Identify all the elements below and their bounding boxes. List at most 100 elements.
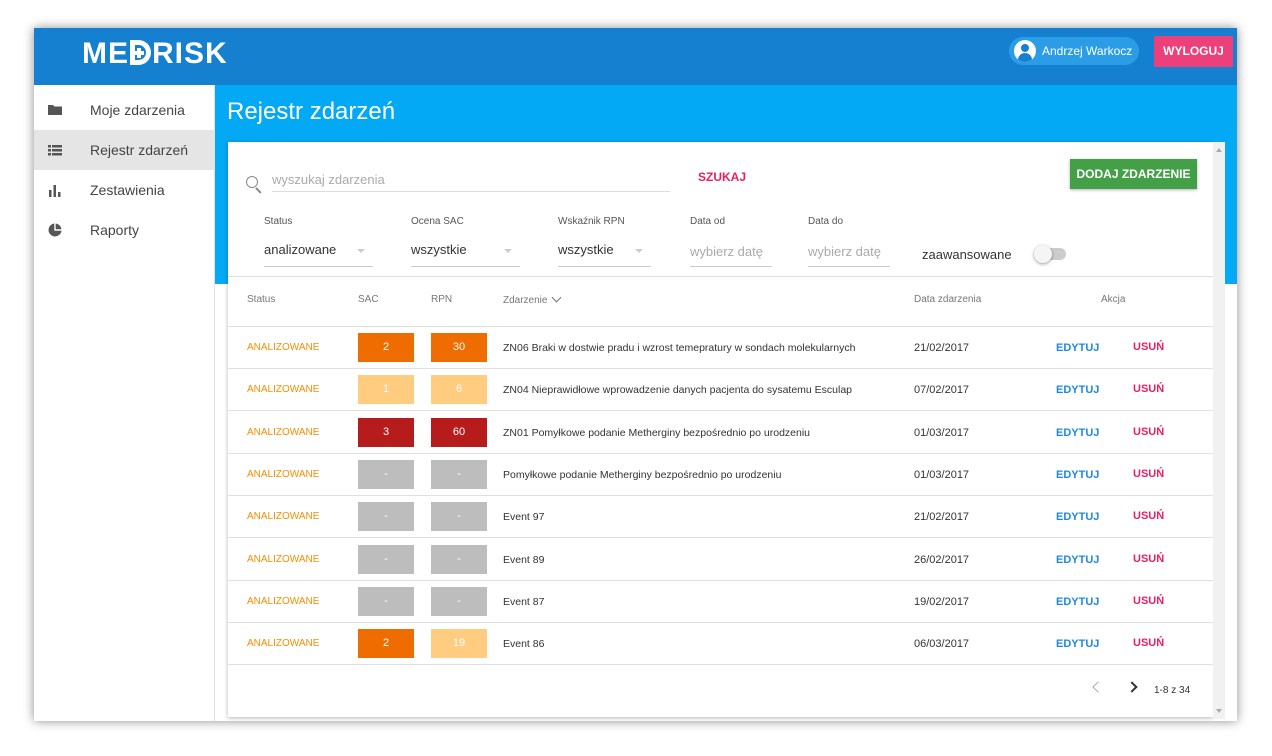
dropdown-caret-icon [504,249,512,253]
event-cell: Event 97 [503,511,545,524]
add-event-button[interactable]: DODAJ ZDARZENIE [1070,159,1197,189]
column-status: Status [247,294,276,305]
search-icon [246,176,262,194]
sidebar: Moje zdarzenia Rejestr zdarzeń Zestawien… [34,85,215,721]
date-cell: 07/02/2017 [914,384,970,397]
edit-button[interactable]: EDYTUJ [1056,384,1099,396]
sac-filter-select[interactable]: wszystkie [411,237,520,267]
event-cell: ZN06 Braki w dostwie pradu i wzrost teme… [503,342,856,354]
sidebar-item-zestawienia[interactable]: Zestawienia [34,170,215,210]
sac-badge: 1 [358,375,414,405]
date-from-label: Data od [690,216,726,227]
scroll-down-icon [1216,709,1222,713]
date-cell: 01/03/2017 [914,468,970,481]
status-cell: ANALIZOWANE [247,468,320,480]
rpn-badge: - [431,459,487,489]
sidebar-item-label: Zestawienia [90,182,165,198]
user-chip[interactable]: Andrzej Warkocz [1009,37,1139,65]
page-title: Rejestr zdarzeń [227,98,396,125]
sac-badge: - [358,544,414,574]
logout-button[interactable]: WYLOGUJ [1154,36,1233,67]
rpn-badge: 30 [431,333,487,362]
column-event[interactable]: Zdarzenie [503,292,562,306]
sidebar-item-label: Raporty [90,222,140,238]
status-cell: ANALIZOWANE [247,595,320,607]
next-page-icon[interactable] [1126,681,1138,693]
dropdown-caret-icon [357,249,365,253]
event-cell: Event 89 [503,553,545,566]
list-icon [48,143,62,157]
sac-badge: - [358,459,414,489]
status-cell: ANALIZOWANE [247,511,320,523]
delete-button[interactable]: USUŃ [1133,553,1164,565]
delete-button[interactable]: USUŃ [1133,510,1164,522]
medrisk-logo: ME RISK [82,37,228,70]
delete-button[interactable]: USUŃ [1133,383,1164,395]
edit-button[interactable]: EDYTUJ [1056,511,1099,523]
scroll-up-icon [1216,148,1222,152]
date-to-input[interactable]: wybierz datę [808,237,890,267]
sac-badge: - [358,586,414,616]
pie-chart-icon [48,223,62,237]
folder-icon [48,103,62,117]
advanced-toggle[interactable] [1034,245,1066,263]
event-cell: Event 87 [503,595,545,608]
advanced-toggle-label: zaawansowane [922,247,1012,262]
scrollbar[interactable] [1213,142,1225,719]
status-cell: ANALIZOWANE [247,342,320,353]
sac-badge: - [358,502,414,532]
date-cell: 06/03/2017 [914,638,970,651]
column-action: Akcja [1101,294,1126,305]
delete-button[interactable]: USUŃ [1133,426,1164,438]
sidebar-item-raporty[interactable]: Raporty [34,210,215,250]
edit-button[interactable]: EDYTUJ [1056,427,1099,439]
edit-button[interactable]: EDYTUJ [1056,554,1099,566]
event-cell: ZN01 Pomyłkowe podanie Metherginy bezpoś… [503,426,811,439]
delete-button[interactable]: USUŃ [1133,637,1164,649]
status-filter-select[interactable]: analizowane [264,237,373,267]
sidebar-item-rejestr-zdarzen[interactable]: Rejestr zdarzeń [34,130,215,170]
status-cell: ANALIZOWANE [247,553,320,565]
table-row: ANALIZOWANE - - Event 89 26/02/2017 EDYTUJ USU… [228,539,1213,581]
top-bar: ME RISK Andrzej Warkocz WYLOGUJ [34,28,1237,85]
app-window: ME RISK Andrzej Warkocz WYLOGUJ Moje zdar… [34,28,1237,721]
rpn-badge: 19 [431,629,487,659]
date-cell: 21/02/2017 [914,342,970,354]
date-to-label: Data do [808,216,844,227]
event-cell: Pomyłkowe podanie Metherginy bezpośredni… [503,468,782,481]
sidebar-item-label: Rejestr zdarzeń [90,142,189,158]
edit-button[interactable]: EDYTUJ [1056,638,1099,650]
rpn-badge: - [431,502,487,532]
sidebar-item-label: Moje zdarzenia [90,102,185,118]
edit-button[interactable]: EDYTUJ [1056,596,1099,608]
user-name: Andrzej Warkocz [1042,44,1133,58]
status-filter-label: Status [264,216,293,227]
column-date: Data zdarzenia [914,294,982,305]
table-row: ANALIZOWANE 3 60 ZN01 Pomyłkowe podanie Met… [228,412,1213,454]
table-row: ANALIZOWANE - - Event 87 19/02/2017 EDYTUJ USU… [228,581,1213,623]
delete-button[interactable]: USUŃ [1133,468,1164,480]
edit-button[interactable]: EDYTUJ [1056,469,1099,481]
events-card: SZUKAJ DODAJ ZDARZENIE Status Ocena SAC … [228,142,1213,717]
search-button[interactable]: SZUKAJ [698,170,746,184]
sidebar-item-moje-zdarzenia[interactable]: Moje zdarzenia [34,90,215,130]
status-cell: ANALIZOWANE [247,638,320,650]
search-input[interactable] [272,168,670,192]
table-row: ANALIZOWANE 2 30 ZN06 Braki w dostwie pradu… [228,327,1213,369]
table-row: ANALIZOWANE 2 19 Event 86 06/03/2017 EDYTUJ US… [228,623,1213,666]
table-header: Status SAC RPN Zdarzenie Data zdarzenia … [228,276,1213,327]
event-cell: Event 86 [503,638,545,651]
delete-button[interactable]: USUŃ [1133,341,1164,353]
date-from-input[interactable]: wybierz datę [690,237,772,267]
rpn-filter-label: Wskaźnik RPN [558,216,625,227]
sac-badge: 2 [358,333,414,362]
sac-filter-label: Ocena SAC [411,216,464,227]
status-cell: ANALIZOWANE [247,426,320,438]
edit-button[interactable]: EDYTUJ [1056,342,1099,354]
delete-button[interactable]: USUŃ [1133,595,1164,607]
previous-page-icon[interactable] [1092,681,1104,693]
rpn-filter-select[interactable]: wszystkie [558,237,651,267]
table-row: ANALIZOWANE - - Pomyłkowe podanie Methergin… [228,454,1213,496]
column-rpn: RPN [431,294,453,305]
sac-badge: 3 [358,417,414,447]
